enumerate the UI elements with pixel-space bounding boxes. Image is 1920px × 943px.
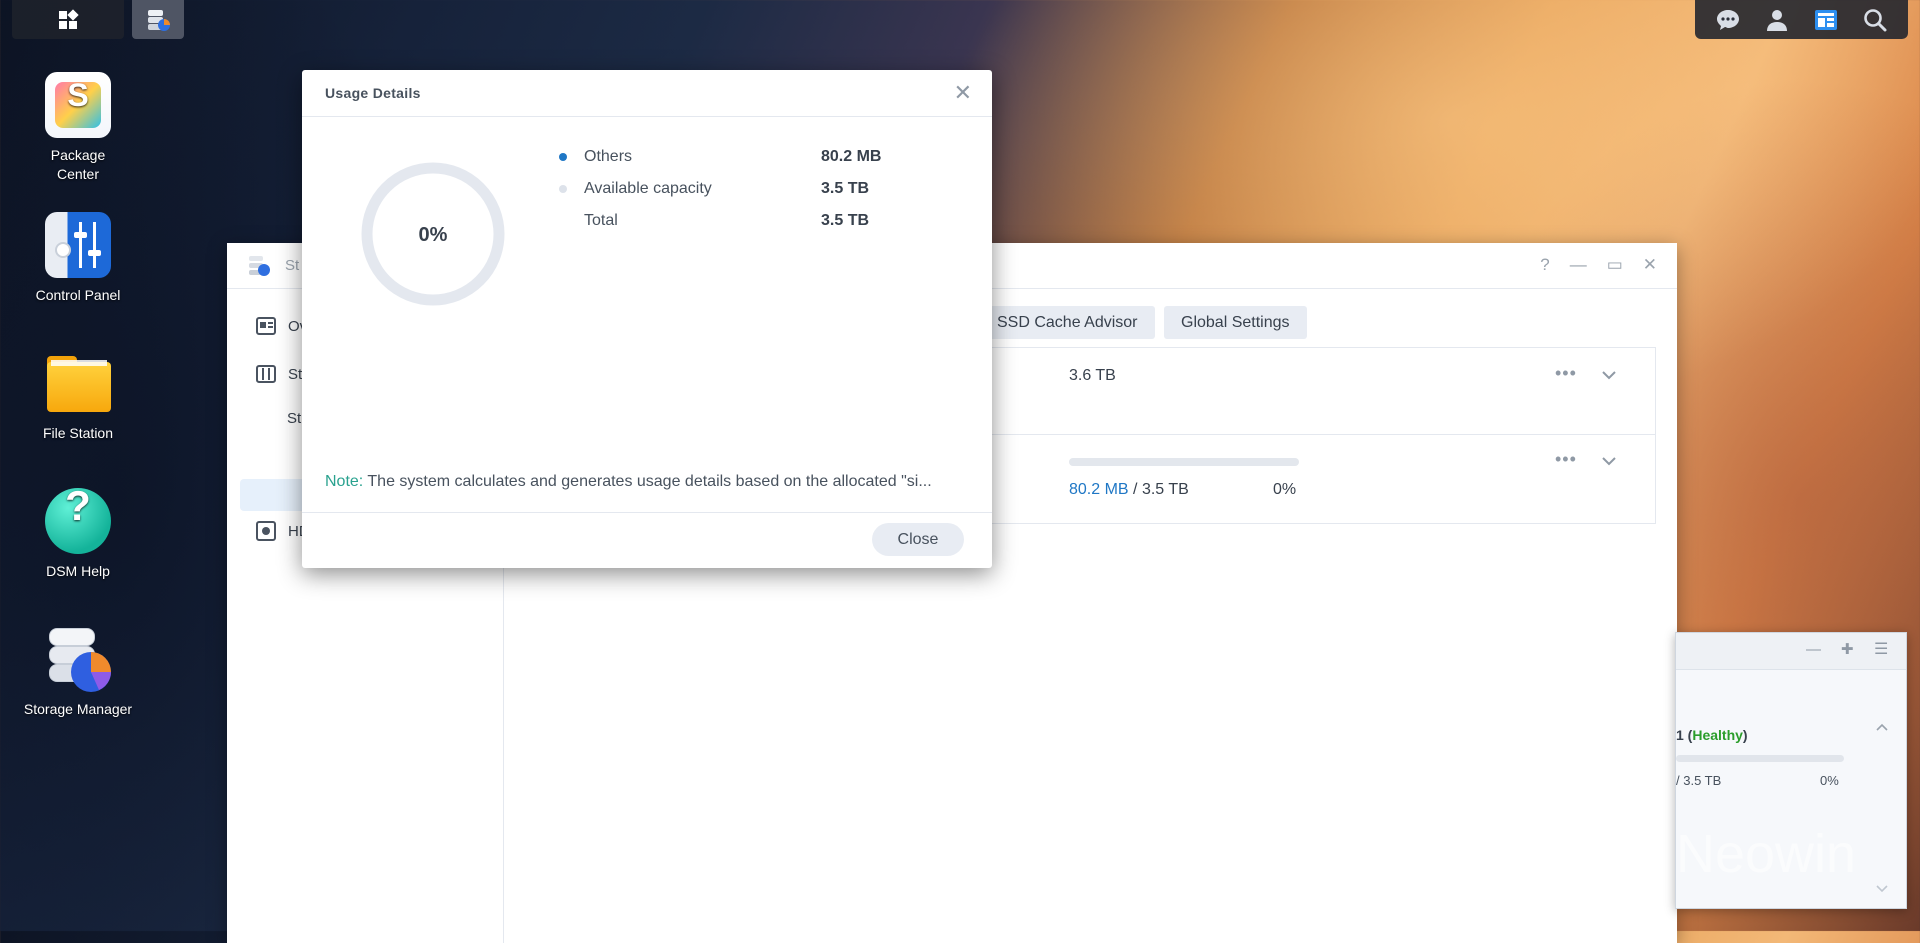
legend-label: Available capacity bbox=[584, 180, 712, 197]
widget-menu-icon[interactable]: ☰ bbox=[1874, 639, 1888, 659]
desktop-icon-package-center[interactable]: S Package Center bbox=[8, 72, 148, 184]
chevron-down-icon[interactable] bbox=[1602, 371, 1616, 380]
sidebar-item-storage[interactable]: St bbox=[256, 365, 302, 383]
more-options-icon[interactable]: ••• bbox=[1555, 449, 1577, 470]
maximize-icon[interactable]: ▭ bbox=[1607, 255, 1623, 275]
widgets-icon[interactable] bbox=[1813, 7, 1839, 33]
legend-value: 3.5 TB bbox=[821, 212, 870, 229]
storage-icon bbox=[256, 365, 276, 383]
desktop-icon-label: File Station bbox=[42, 425, 114, 441]
legend-label: Total bbox=[584, 212, 618, 229]
legend-row-others: Others 80.2 MB bbox=[559, 146, 939, 168]
volume-capacity: 80.2 MB / 3.5 TB bbox=[1069, 481, 1189, 499]
usage-details-dialog: Usage Details ✕ 0% Others 80.2 MB Availa… bbox=[302, 70, 992, 568]
sidebar-item-label: St bbox=[287, 410, 302, 427]
sidebar-item-label: St bbox=[288, 365, 303, 383]
search-icon[interactable] bbox=[1862, 7, 1888, 33]
main-menu-button[interactable] bbox=[12, 0, 124, 39]
usage-donut-chart: 0% bbox=[361, 162, 505, 306]
volume-total: 3.5 TB bbox=[1141, 481, 1189, 498]
storage-widget: — ✚ ☰ 1 (Healthy) / 3.5 TB 0% Neowin bbox=[1675, 632, 1907, 909]
storage-manager-icon bbox=[45, 626, 111, 692]
widget-usage-bar bbox=[1676, 755, 1844, 762]
chat-icon[interactable] bbox=[1715, 7, 1741, 33]
widget-status-suffix: ) bbox=[1742, 727, 1748, 743]
divider bbox=[990, 434, 1655, 435]
chevron-up-icon[interactable] bbox=[1876, 723, 1888, 731]
legend-dot bbox=[559, 185, 567, 193]
volume-used: 80.2 MB bbox=[1069, 481, 1129, 498]
desktop-icon-label: Storage Manager bbox=[23, 701, 133, 717]
widget-capacity: / 3.5 TB bbox=[1676, 773, 1722, 788]
sidebar-subitem-storage[interactable]: St bbox=[287, 410, 301, 427]
widget-header: — ✚ ☰ bbox=[1676, 633, 1906, 670]
help-icon[interactable]: ? bbox=[1540, 255, 1549, 275]
watermark: Neowin bbox=[1676, 824, 1857, 884]
more-options-icon[interactable]: ••• bbox=[1555, 363, 1577, 384]
desktop-icon-label: DSM Help bbox=[46, 563, 110, 579]
pin-icon[interactable]: ✚ bbox=[1841, 640, 1854, 658]
volume-usage-bar bbox=[1069, 458, 1299, 466]
tab-ssd-cache-advisor[interactable]: SSD Cache Advisor bbox=[980, 306, 1155, 339]
window-controls: ? — ▭ ✕ bbox=[1540, 255, 1657, 275]
storage-manager-taskbar-button[interactable] bbox=[132, 0, 184, 39]
note-label: Note: bbox=[325, 473, 364, 490]
close-icon[interactable]: ✕ bbox=[954, 80, 972, 106]
system-tray bbox=[1695, 0, 1908, 39]
close-button[interactable]: Close bbox=[872, 523, 964, 556]
note-text: The system calculates and generates usag… bbox=[363, 473, 932, 490]
chevron-down-icon[interactable] bbox=[1602, 457, 1616, 466]
desktop-icon-label: Package Center bbox=[50, 147, 106, 182]
desktop-icon-storage-manager[interactable]: Storage Manager bbox=[8, 626, 148, 719]
donut-percent: 0% bbox=[419, 224, 448, 246]
widget-percent: 0% bbox=[1820, 773, 1839, 788]
window-title: St bbox=[285, 257, 300, 274]
control-panel-icon bbox=[45, 212, 111, 278]
separator: / bbox=[1128, 481, 1142, 498]
main-menu-icon bbox=[59, 8, 79, 29]
dialog-title: Usage Details bbox=[325, 85, 421, 101]
widget-status: Healthy bbox=[1692, 727, 1743, 743]
sidebar-item-overview[interactable]: Ov bbox=[256, 317, 307, 335]
user-icon[interactable] bbox=[1764, 7, 1790, 33]
dialog-note: Note: The system calculates and generate… bbox=[325, 473, 932, 491]
desktop-icon-file-station[interactable]: File Station bbox=[8, 350, 148, 443]
dialog-footer: Close bbox=[302, 512, 992, 568]
pool-size: 3.6 TB bbox=[1069, 367, 1116, 384]
storage-manager-icon bbox=[148, 9, 170, 31]
chevron-down-icon[interactable] bbox=[1876, 885, 1888, 893]
legend-row-available: Available capacity 3.5 TB bbox=[559, 178, 939, 200]
minimize-icon[interactable]: — bbox=[1570, 255, 1587, 275]
volume-percent: 0% bbox=[1273, 481, 1297, 498]
desktop-icon-label: Control Panel bbox=[35, 287, 121, 303]
widget-status-line: 1 (Healthy) bbox=[1676, 727, 1748, 743]
legend-label: Others bbox=[584, 148, 633, 165]
taskbar-left bbox=[12, 0, 184, 39]
minimize-icon[interactable]: — bbox=[1806, 641, 1821, 658]
widget-status-prefix: 1 ( bbox=[1676, 727, 1693, 743]
legend-value: 80.2 MB bbox=[821, 148, 882, 165]
close-icon[interactable]: ✕ bbox=[1643, 255, 1657, 275]
legend-dot bbox=[559, 153, 567, 161]
legend-value: 3.5 TB bbox=[821, 180, 870, 197]
legend-row-total: Total 3.5 TB bbox=[559, 210, 939, 232]
folder-icon bbox=[45, 350, 111, 416]
hdd-icon bbox=[256, 521, 276, 541]
help-icon: ? bbox=[45, 485, 111, 554]
overview-icon bbox=[256, 317, 276, 335]
storage-manager-icon bbox=[249, 256, 270, 276]
dialog-header: Usage Details ✕ bbox=[302, 70, 992, 117]
tab-global-settings[interactable]: Global Settings bbox=[1164, 306, 1307, 339]
package-center-icon: S bbox=[45, 72, 111, 138]
desktop-icon-control-panel[interactable]: Control Panel bbox=[8, 212, 148, 305]
desktop-icon-dsm-help[interactable]: ? DSM Help bbox=[8, 485, 148, 581]
